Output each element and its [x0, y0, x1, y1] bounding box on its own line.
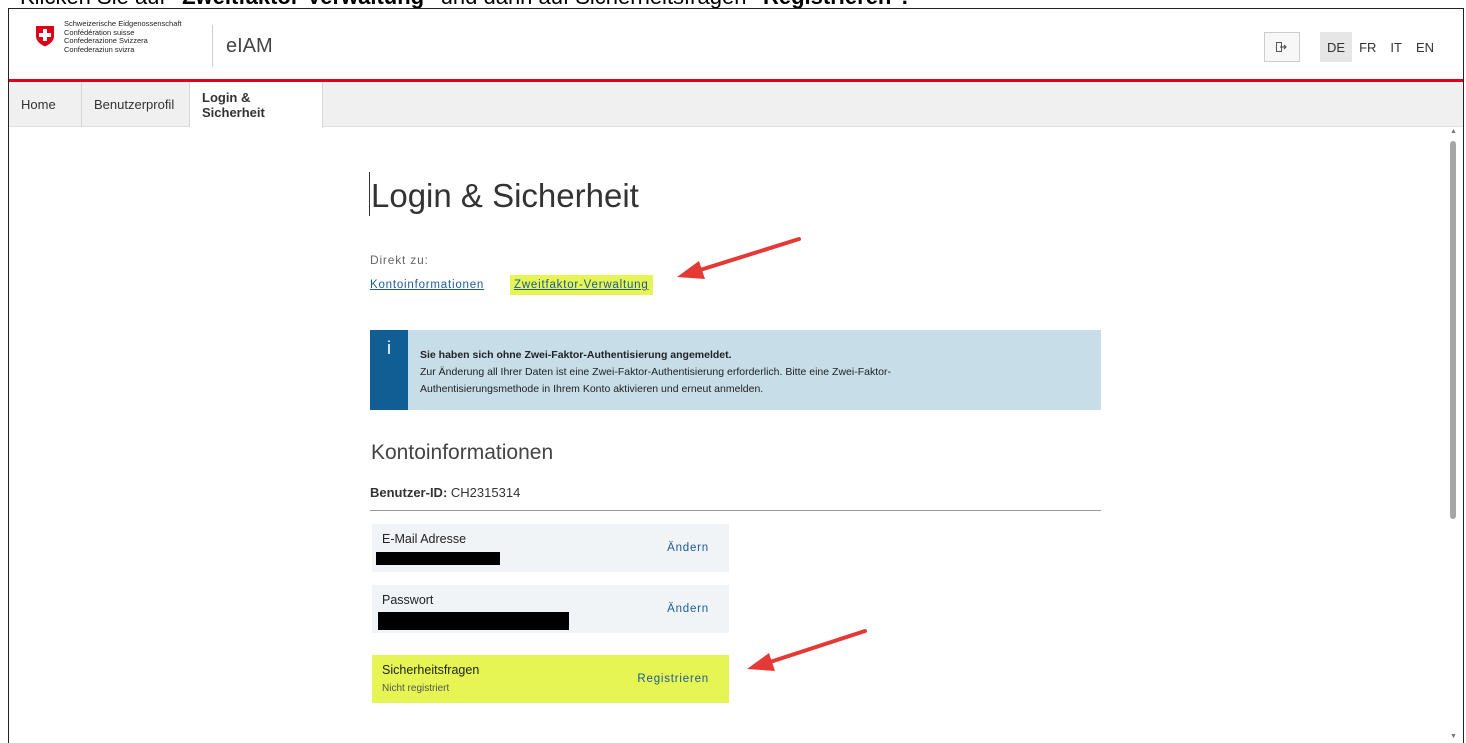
- lang-it[interactable]: IT: [1383, 32, 1409, 62]
- password-redacted: [378, 612, 569, 630]
- annotation-arrow-bottom: [747, 629, 867, 671]
- lang-fr[interactable]: FR: [1352, 32, 1383, 62]
- user-id-label: Benutzer-ID:: [370, 485, 448, 500]
- annotation-arrow-top: [677, 237, 801, 279]
- link-zweitfaktor-verwaltung[interactable]: Zweitfaktor-Verwaltung: [510, 275, 653, 295]
- email-change-link[interactable]: Ändern: [667, 542, 709, 554]
- link-kontoinformationen[interactable]: Kontoinformationen: [370, 275, 484, 295]
- scroll-up-arrow[interactable]: ▲: [1450, 128, 1457, 135]
- site-header: Schweizerische Eidgenossenschaft Confédé…: [9, 9, 1463, 79]
- logout-icon: [1276, 42, 1287, 52]
- security-questions-label: Sicherheitsfragen: [382, 663, 480, 677]
- browser-frame: Schweizerische Eidgenossenschaft Confédé…: [8, 8, 1464, 743]
- info-line-1: Zur Änderung all Ihrer Daten ist eine Zw…: [420, 366, 891, 378]
- nav-item-login-sicherheit[interactable]: Login & Sicherheit: [190, 82, 323, 128]
- user-id-value: CH2315314: [450, 485, 521, 500]
- scroll-down-arrow[interactable]: ▼: [1450, 733, 1457, 740]
- email-label: E-Mail Adresse: [382, 532, 467, 546]
- divider: [370, 510, 1101, 511]
- federal-name-rm: Confederaziun svizra: [64, 44, 135, 54]
- security-questions-card: Sicherheitsfragen Nicht registriert Regi…: [372, 655, 729, 703]
- scrollbar-thumb[interactable]: [1450, 141, 1456, 519]
- federal-name: Schweizerische Eidgenossenschaft Confédé…: [64, 19, 182, 54]
- main-nav: Home Benutzerprofil Login & Sicherheit: [9, 82, 1463, 128]
- security-questions-register-link[interactable]: Registrieren: [637, 673, 709, 685]
- password-card: Passwort Ändern: [372, 585, 729, 633]
- email-card: E-Mail Adresse Ändern: [372, 524, 729, 572]
- info-banner: i Sie haben sich ohne Zwei-Faktor-Authen…: [370, 330, 1101, 410]
- password-label: Passwort: [382, 593, 434, 607]
- language-switcher: DE FR IT EN: [1320, 32, 1441, 62]
- section-title-kontoinformationen: Kontoinformationen: [371, 441, 554, 464]
- info-message: Sie haben sich ohne Zwei-Faktor-Authenti…: [408, 330, 891, 410]
- email-redacted: [376, 552, 500, 565]
- logout-button[interactable]: [1264, 32, 1300, 62]
- info-line-2: Authentisierungsmethode in Ihrem Konto a…: [420, 383, 764, 395]
- info-icon: i: [370, 330, 408, 410]
- header-divider: [212, 25, 213, 67]
- info-title: Sie haben sich ohne Zwei-Faktor-Authenti…: [420, 349, 732, 361]
- brand-title: eIAM: [226, 35, 273, 57]
- nav-item-benutzerprofil[interactable]: Benutzerprofil: [82, 82, 190, 127]
- direct-links-label: Direkt zu:: [370, 253, 429, 267]
- page-title: Login & Sicherheit: [371, 177, 639, 214]
- lang-en[interactable]: EN: [1409, 32, 1441, 62]
- lang-de[interactable]: DE: [1320, 32, 1353, 62]
- swiss-cross-icon: [36, 26, 54, 47]
- security-questions-status: Nicht registriert: [382, 683, 450, 694]
- password-change-link[interactable]: Ändern: [667, 603, 709, 615]
- text-cursor: [369, 172, 370, 216]
- user-id: Benutzer-ID: CH2315314: [370, 485, 520, 500]
- nav-item-home[interactable]: Home: [9, 82, 82, 127]
